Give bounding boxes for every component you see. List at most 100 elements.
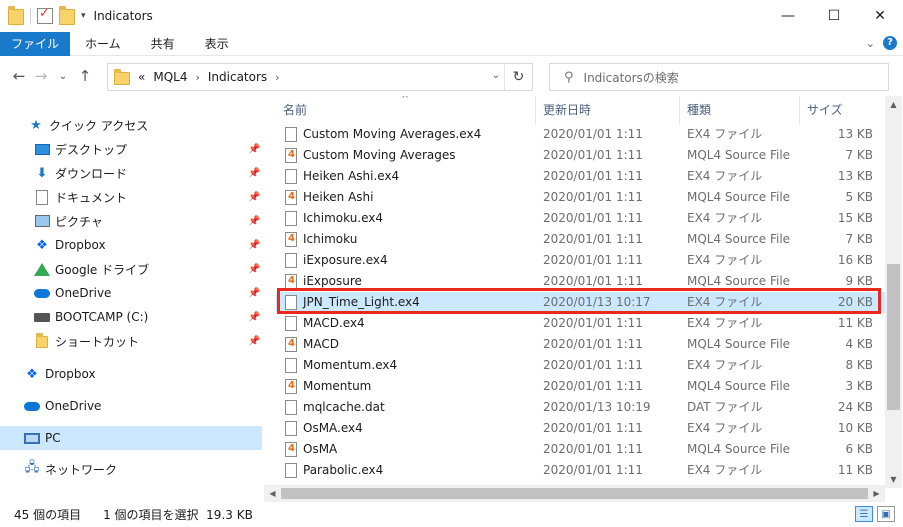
customize-toolbar-icon[interactable]: ▾	[81, 11, 86, 21]
column-header-date[interactable]: 更新日時	[536, 96, 680, 124]
scroll-left-icon[interactable]: ◀	[264, 485, 281, 502]
mql4-file-icon	[285, 337, 297, 352]
table-row[interactable]: OsMA.ex4 2020/01/01 1:11 EX4 ファイル 10 KB	[276, 418, 885, 439]
file-type: EX4 ファイル	[687, 358, 763, 372]
up-arrow-icon[interactable]: ↑	[74, 67, 96, 85]
column-header-size[interactable]: サイズ	[800, 96, 885, 124]
table-row[interactable]: MACD 2020/01/01 1:11 MQL4 Source File 4 KB	[276, 334, 885, 355]
file-size: 3 KB	[845, 379, 873, 393]
nav-item-bootcamp[interactable]: BOOTCAMP (C:) 📌	[0, 305, 262, 329]
nav-item-dropbox-root[interactable]: ❖ Dropbox	[0, 362, 262, 386]
chevron-right-icon[interactable]: ›	[275, 71, 279, 84]
minimize-button[interactable]: —	[765, 0, 811, 32]
address-row: ← → ⌄ ↑ « MQL4 › Indicators › ⌄ ↻ ⚲ Indi…	[0, 57, 903, 95]
table-row[interactable]: Custom Moving Averages.ex4 2020/01/01 1:1…	[276, 124, 885, 145]
new-folder-icon[interactable]	[59, 6, 75, 25]
nav-item-label: ショートカット	[55, 334, 140, 349]
file-size: 5 KB	[845, 190, 873, 204]
forward-arrow-icon[interactable]: →	[30, 67, 52, 85]
table-row[interactable]: iExposure 2020/01/01 1:11 MQL4 Source File…	[276, 271, 885, 292]
pin-icon: 📌	[248, 215, 261, 227]
window-title: Indicators	[93, 9, 153, 23]
file-size: 4 KB	[845, 337, 873, 351]
back-arrow-icon[interactable]: ←	[8, 67, 30, 85]
folder-icon	[34, 333, 50, 349]
address-bar[interactable]: « MQL4 › Indicators › ⌄ ↻	[107, 63, 533, 91]
file-size: 9 KB	[845, 274, 873, 288]
breadcrumb-overflow[interactable]: «	[138, 70, 145, 84]
properties-icon[interactable]	[37, 6, 53, 24]
table-row[interactable]: Heiken Ashi 2020/01/01 1:11 MQL4 Source Fi…	[276, 187, 885, 208]
nav-item-label: Dropbox	[45, 367, 96, 381]
expand-ribbon-icon[interactable]: ⌄	[866, 37, 875, 50]
nav-item-pictures[interactable]: ピクチャ 📌	[0, 209, 262, 233]
table-row[interactable]: Ichimoku 2020/01/01 1:11 MQL4 Source File 7…	[276, 229, 885, 250]
nav-item-network[interactable]: 🖧 ネットワーク	[0, 457, 262, 481]
column-header-type[interactable]: 種類	[680, 96, 800, 124]
table-row[interactable]: OsMA 2020/01/01 1:11 MQL4 Source File 6 KB	[276, 439, 885, 460]
tab-view[interactable]: 表示	[190, 32, 244, 56]
divider	[30, 8, 31, 24]
recent-locations-icon[interactable]: ⌄	[52, 71, 74, 82]
file-date: 2020/01/13 10:17	[543, 295, 651, 309]
chevron-down-icon[interactable]: ⌄	[492, 70, 500, 81]
table-row[interactable]: MACD.ex4 2020/01/01 1:11 EX4 ファイル 11 KB	[276, 313, 885, 334]
table-row[interactable]: JPN_Time_Light.ex4 2020/01/13 10:17 EX4 ファ…	[276, 292, 885, 313]
table-row[interactable]: Ichimoku.ex4 2020/01/01 1:11 EX4 ファイル 15 KB	[276, 208, 885, 229]
table-row[interactable]: Custom Moving Averages 2020/01/01 1:11 MQL…	[276, 145, 885, 166]
table-row[interactable]: Momentum 2020/01/01 1:11 MQL4 Source File 3…	[276, 376, 885, 397]
table-row[interactable]: Momentum.ex4 2020/01/01 1:11 EX4 ファイル 8 KB	[276, 355, 885, 376]
breadcrumb-indicators[interactable]: Indicators	[208, 70, 267, 84]
nav-item-label: BOOTCAMP (C:)	[55, 310, 149, 324]
file-type: EX4 ファイル	[687, 421, 763, 435]
refresh-icon[interactable]: ↻	[504, 64, 532, 90]
tab-share[interactable]: 共有	[136, 32, 190, 56]
nav-item-documents[interactable]: ドキュメント 📌	[0, 185, 262, 209]
search-input[interactable]: ⚲ Indicatorsの検索	[549, 63, 889, 91]
nav-item-dropbox[interactable]: ❖ Dropbox 📌	[0, 233, 262, 257]
table-row[interactable]: Heiken Ashi.ex4 2020/01/01 1:11 EX4 ファイル 13…	[276, 166, 885, 187]
file-name: MACD	[303, 337, 339, 351]
column-header-name[interactable]: 名前	[276, 96, 536, 124]
tab-home[interactable]: ホーム	[70, 32, 136, 56]
file-type: EX4 ファイル	[687, 463, 763, 477]
close-button[interactable]: ✕	[857, 0, 903, 32]
table-row[interactable]: mqlcache.dat 2020/01/13 10:19 DAT ファイル 24 K…	[276, 397, 885, 418]
file-date: 2020/01/01 1:11	[543, 127, 643, 141]
nav-item-desktop[interactable]: デスクトップ 📌	[0, 137, 262, 161]
vertical-scrollbar[interactable]: ▲ ▼	[885, 96, 902, 488]
nav-item-google-drive[interactable]: Google ドライブ 📌	[0, 257, 262, 281]
scroll-right-icon[interactable]: ▶	[868, 485, 885, 502]
nav-item-pc[interactable]: PC	[0, 426, 262, 450]
file-date: 2020/01/01 1:11	[543, 463, 643, 477]
help-icon[interactable]: ?	[883, 36, 897, 50]
table-row[interactable]: Parabolic.ex4 2020/01/01 1:11 EX4 ファイル 11 K…	[276, 460, 885, 481]
file-size: 8 KB	[845, 358, 873, 372]
file-name: OsMA.ex4	[303, 421, 363, 435]
scroll-thumb[interactable]	[887, 264, 900, 410]
nav-item-label: ダウンロード	[55, 166, 128, 181]
nav-item-onedrive[interactable]: OneDrive 📌	[0, 281, 262, 305]
file-icon	[285, 358, 297, 373]
nav-item-shortcuts[interactable]: ショートカット 📌	[0, 329, 262, 353]
breadcrumb-mql4[interactable]: MQL4	[153, 70, 187, 84]
file-icon	[285, 127, 297, 142]
item-count: 45 個の項目	[14, 508, 82, 522]
scroll-thumb[interactable]	[281, 488, 868, 499]
nav-item-downloads[interactable]: ⬇ ダウンロード 📌	[0, 161, 262, 185]
nav-item-label: デスクトップ	[55, 142, 128, 157]
table-row[interactable]: iExposure.ex4 2020/01/01 1:11 EX4 ファイル 16 K…	[276, 250, 885, 271]
nav-item-label: Google ドライブ	[55, 262, 150, 277]
details-view-icon[interactable]: ☰	[855, 506, 873, 522]
scroll-down-icon[interactable]: ▼	[885, 471, 902, 488]
dropbox-icon: ❖	[36, 237, 48, 253]
star-icon: ★	[30, 117, 42, 133]
maximize-button[interactable]: ☐	[811, 0, 857, 32]
horizontal-scrollbar[interactable]: ◀ ▶	[264, 485, 885, 502]
large-icons-view-icon[interactable]: ▣	[877, 506, 895, 522]
nav-item-onedrive-root[interactable]: OneDrive	[0, 394, 262, 418]
nav-item-quick-access[interactable]: ★ クイック アクセス	[0, 113, 262, 137]
tab-file[interactable]: ファイル	[0, 32, 71, 56]
chevron-right-icon[interactable]: ›	[195, 71, 199, 84]
scroll-up-icon[interactable]: ▲	[885, 96, 902, 113]
